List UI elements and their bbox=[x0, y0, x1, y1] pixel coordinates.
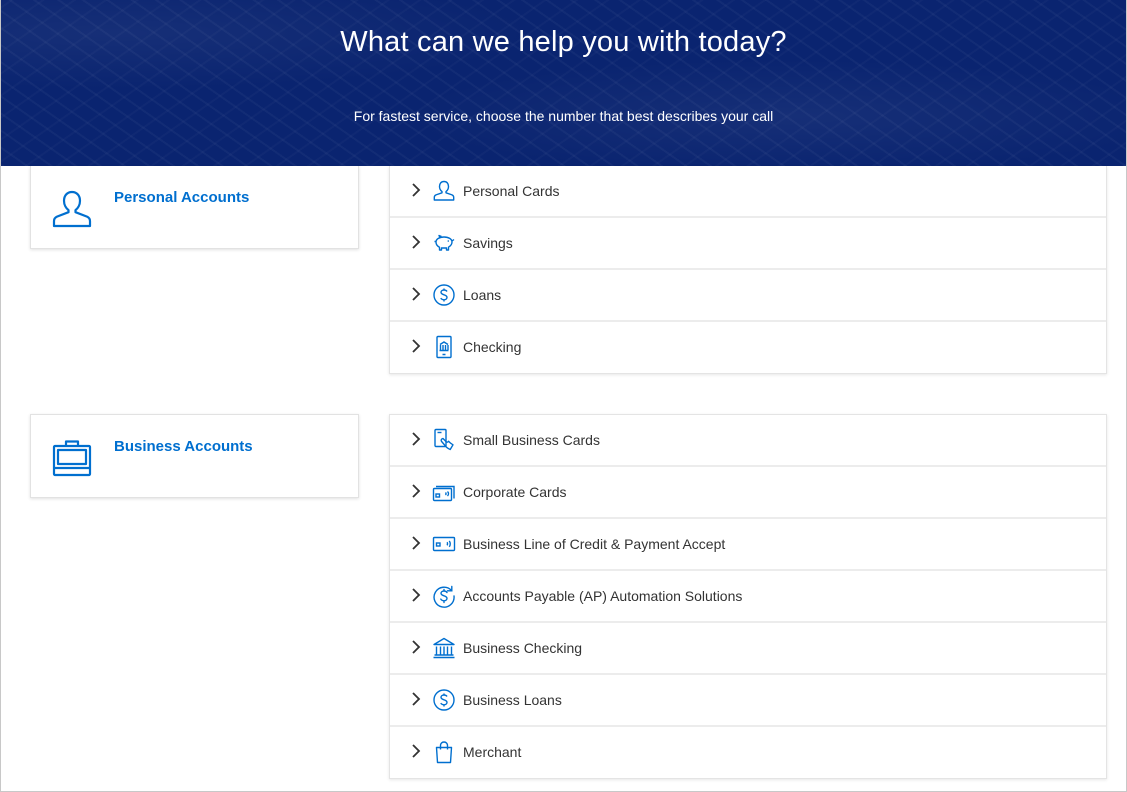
cards-icon bbox=[432, 480, 456, 504]
dollar-circle-icon bbox=[432, 283, 456, 307]
list-item-accounts-payable-automation[interactable]: Accounts Payable (AP) Automation Solutio… bbox=[390, 571, 1106, 623]
list-item-loans[interactable]: Loans bbox=[390, 270, 1106, 322]
chevron-right-icon bbox=[411, 286, 421, 302]
list-item-merchant[interactable]: Merchant bbox=[390, 727, 1106, 778]
business-accounts-list: Small Business Cards Corporate Cards Bus… bbox=[389, 414, 1107, 779]
list-item-business-line-of-credit[interactable]: Business Line of Credit & Payment Accept bbox=[390, 519, 1106, 571]
chevron-right-icon bbox=[411, 338, 421, 354]
category-label: Personal Accounts bbox=[114, 189, 250, 206]
mobile-bank-icon bbox=[432, 335, 456, 359]
list-item-label: Business Loans bbox=[463, 692, 562, 708]
list-item-label: Accounts Payable (AP) Automation Solutio… bbox=[463, 588, 743, 604]
list-item-label: Small Business Cards bbox=[463, 432, 600, 448]
hero-banner: What can we help you with today? For fas… bbox=[1, 0, 1126, 166]
person-icon bbox=[51, 188, 93, 230]
list-item-small-business-cards[interactable]: Small Business Cards bbox=[390, 415, 1106, 467]
contactless-card-icon bbox=[432, 532, 456, 556]
bank-icon bbox=[432, 636, 456, 660]
list-item-business-loans[interactable]: Business Loans bbox=[390, 675, 1106, 727]
list-item-label: Corporate Cards bbox=[463, 484, 567, 500]
piggy-bank-icon bbox=[432, 231, 456, 255]
chevron-right-icon bbox=[411, 743, 421, 759]
list-item-label: Business Line of Credit & Payment Accept bbox=[463, 536, 726, 552]
dollar-refresh-icon bbox=[432, 584, 456, 608]
chevron-right-icon bbox=[411, 587, 421, 603]
person-icon bbox=[432, 179, 456, 203]
list-item-checking[interactable]: Checking bbox=[390, 322, 1106, 373]
list-item-label: Checking bbox=[463, 339, 522, 355]
chevron-right-icon bbox=[411, 182, 421, 198]
chevron-right-icon bbox=[411, 483, 421, 499]
category-card-business-accounts[interactable]: Business Accounts bbox=[30, 414, 359, 498]
card-hand-icon bbox=[432, 428, 456, 452]
list-item-label: Savings bbox=[463, 235, 513, 251]
list-item-personal-cards[interactable]: Personal Cards bbox=[390, 166, 1106, 218]
list-item-corporate-cards[interactable]: Corporate Cards bbox=[390, 467, 1106, 519]
page-title: What can we help you with today? bbox=[340, 26, 787, 58]
personal-accounts-list: Personal Cards Savings Loans Checking bbox=[389, 166, 1107, 374]
chevron-right-icon bbox=[411, 535, 421, 551]
briefcase-icon bbox=[51, 437, 93, 479]
list-item-business-checking[interactable]: Business Checking bbox=[390, 623, 1106, 675]
dollar-circle-icon bbox=[432, 688, 456, 712]
chevron-right-icon bbox=[411, 234, 421, 250]
list-item-label: Personal Cards bbox=[463, 183, 560, 199]
category-label: Business Accounts bbox=[114, 438, 253, 455]
shopping-bag-icon bbox=[432, 740, 456, 764]
list-item-label: Merchant bbox=[463, 744, 522, 760]
chevron-right-icon bbox=[411, 431, 421, 447]
page-subtitle: For fastest service, choose the number t… bbox=[353, 108, 774, 124]
list-item-label: Business Checking bbox=[463, 640, 583, 656]
chevron-right-icon bbox=[411, 639, 421, 655]
list-item-label: Loans bbox=[463, 287, 502, 303]
category-card-personal-accounts[interactable]: Personal Accounts bbox=[30, 166, 359, 249]
chevron-right-icon bbox=[411, 691, 421, 707]
list-item-savings[interactable]: Savings bbox=[390, 218, 1106, 270]
